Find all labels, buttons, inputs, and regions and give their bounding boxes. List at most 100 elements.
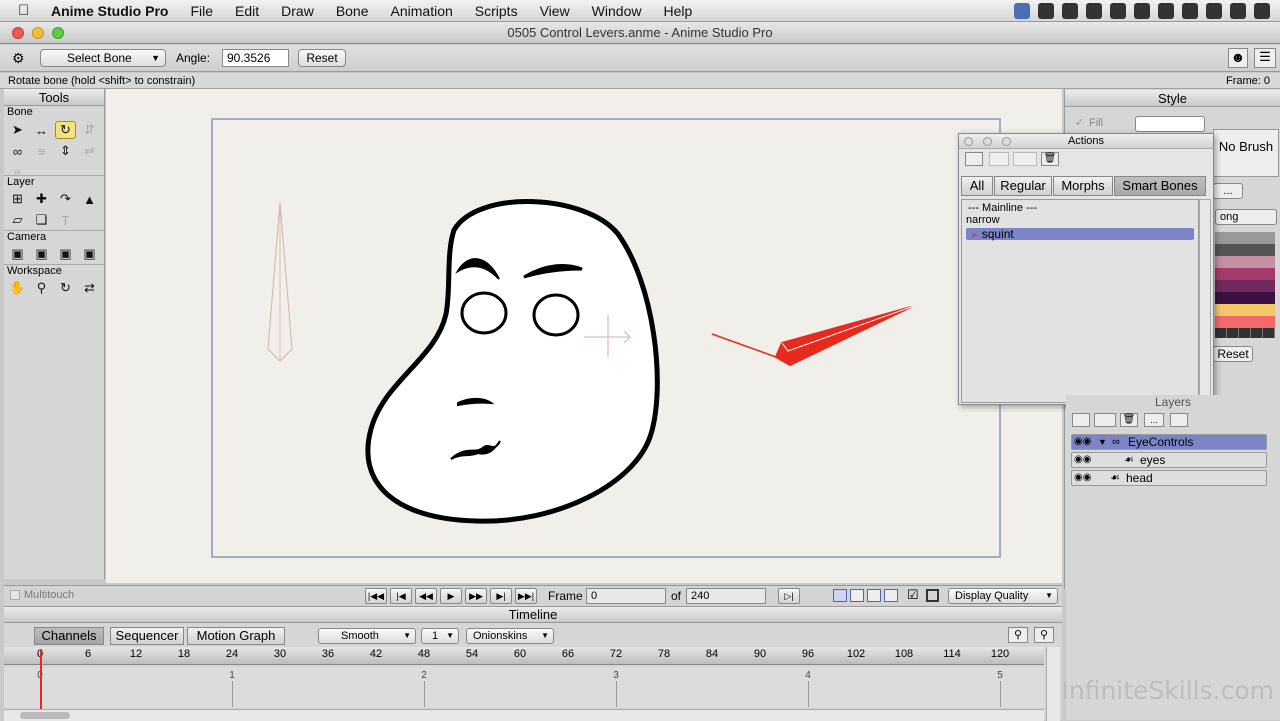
step-back-icon[interactable]: |◀	[390, 588, 412, 604]
track-camera-tool-icon[interactable]: ▣	[7, 245, 28, 263]
minimize-icon[interactable]	[983, 137, 992, 146]
menu-window[interactable]: Window	[581, 3, 653, 19]
switch-layer-tool-icon[interactable]: ❏	[31, 211, 52, 229]
menu-edit[interactable]: Edit	[224, 3, 270, 19]
duplicate-layer-icon[interactable]	[1094, 413, 1116, 427]
reset-button[interactable]: Reset	[298, 49, 346, 67]
film-icon[interactable]	[1134, 3, 1150, 19]
menu-draw[interactable]: Draw	[270, 3, 325, 19]
menu-view[interactable]: View	[529, 3, 581, 19]
translate-layer-tool-icon[interactable]: ✚	[31, 190, 52, 208]
close-icon[interactable]	[964, 137, 973, 146]
manipulate-bones-tool-icon[interactable]: ⇌	[79, 142, 100, 160]
quad-view-icon[interactable]	[884, 589, 898, 602]
tool-icon[interactable]	[1086, 3, 1102, 19]
set-origin-tool-icon[interactable]: ⊞	[7, 190, 28, 208]
menu-animation[interactable]: Animation	[380, 3, 464, 19]
list-item-mainline[interactable]: --- Mainline ---	[962, 202, 1198, 214]
hand-tool-icon[interactable]: ✋	[7, 279, 28, 297]
multitouch-checkbox[interactable]	[10, 590, 20, 600]
dropbox-icon[interactable]	[1014, 3, 1030, 19]
onionskins-dropdown[interactable]: Onionskins ▼	[466, 628, 554, 644]
eye-visibility-icon[interactable]: ◉◉	[1074, 453, 1091, 467]
scale-layer-tool-icon[interactable]: ▲	[79, 190, 100, 208]
window-icon[interactable]	[1158, 3, 1174, 19]
timeline-track[interactable]: 012345	[4, 667, 1044, 707]
display-quality-dropdown[interactable]: Display Quality ▼	[948, 588, 1058, 604]
actions-scrollbar[interactable]	[1199, 199, 1211, 403]
translate-bone-tool-icon[interactable]: ↔	[31, 121, 52, 139]
squint-control-bone[interactable]	[774, 306, 912, 367]
sync-icon[interactable]	[1062, 3, 1078, 19]
zoom-out-icon[interactable]: ⚲	[1008, 627, 1028, 643]
skip-end-icon[interactable]: ▶▶|	[515, 588, 537, 604]
list-item-narrow[interactable]: narrow	[962, 214, 1198, 226]
roll-camera-tool-icon[interactable]: ▣	[55, 245, 76, 263]
fast-forward-icon[interactable]: ▶▶	[465, 588, 487, 604]
trash-icon[interactable]: 🗑	[1120, 413, 1138, 427]
text-tool-icon[interactable]: T	[55, 211, 76, 229]
split-horizontal-icon[interactable]	[867, 589, 881, 602]
artwork[interactable]	[106, 89, 1062, 583]
checkbox-icon[interactable]: ☑	[907, 587, 919, 603]
select-bone-tool-icon[interactable]: ➤	[7, 121, 28, 139]
zoom-icon[interactable]	[1002, 137, 1011, 146]
close-icon[interactable]	[12, 27, 24, 39]
frame-toggle-icon[interactable]	[926, 589, 939, 602]
menu-app[interactable]: Anime Studio Pro	[40, 3, 179, 19]
menu-scripts[interactable]: Scripts	[464, 3, 529, 19]
scale-bone-tool-icon[interactable]: ⇵	[79, 121, 100, 139]
tab-sequencer[interactable]: Sequencer	[110, 627, 184, 645]
total-frames-input[interactable]: 240	[686, 588, 766, 604]
play-backward-icon[interactable]: ◀◀	[415, 588, 437, 604]
scroll-thumb[interactable]	[20, 712, 70, 719]
shield-icon[interactable]	[1230, 3, 1246, 19]
tab-regular[interactable]: Regular	[994, 176, 1052, 196]
right-eye[interactable]	[532, 293, 580, 337]
menu-help[interactable]: Help	[652, 3, 703, 19]
timeline-ruler[interactable]: 0612182430364248546066727884909610210811…	[4, 647, 1044, 665]
play-icon[interactable]: ▶	[440, 588, 462, 604]
insert-action-icon[interactable]	[1013, 152, 1037, 166]
zoom-in-icon[interactable]: ⚲	[1034, 627, 1054, 643]
apple-icon[interactable]: 	[18, 2, 40, 19]
audio-icon[interactable]: ▷|	[778, 588, 800, 604]
frame-input[interactable]: 0	[586, 588, 666, 604]
user-icon[interactable]: ☻	[1228, 48, 1248, 68]
single-view-icon[interactable]	[833, 589, 847, 602]
eye-visibility-icon[interactable]: ◉◉	[1074, 471, 1091, 485]
new-action-icon[interactable]	[965, 152, 983, 166]
step-forward-icon[interactable]: ▶|	[490, 588, 512, 604]
trash-icon[interactable]: 🗑	[1041, 152, 1059, 166]
angle-input[interactable]: 90.3526	[222, 49, 289, 67]
new-layer-icon[interactable]	[1072, 413, 1090, 427]
fill-color-swatch[interactable]	[1135, 116, 1205, 132]
tab-all[interactable]: All	[961, 176, 993, 196]
fill-checkbox[interactable]: ✓	[1075, 116, 1084, 129]
disclosure-triangle-icon[interactable]: ▼	[1098, 435, 1107, 449]
add-bone-tool-icon[interactable]: ∞	[7, 142, 28, 160]
split-vertical-icon[interactable]	[850, 589, 864, 602]
step-dropdown[interactable]: 1 ▼	[421, 628, 459, 644]
layer-eyecontrols[interactable]: ◉◉ ▼ ∞ EyeControls	[1071, 434, 1267, 450]
actions-list[interactable]: --- Mainline --- narrow ➢ squint	[961, 199, 1199, 403]
color-swatches[interactable]	[1215, 232, 1275, 338]
magnify-tool-icon[interactable]: ⚲	[31, 279, 52, 297]
timer-icon[interactable]	[1038, 3, 1054, 19]
menu-file[interactable]: File	[179, 3, 224, 19]
eye-visibility-icon[interactable]: ◉◉	[1074, 435, 1091, 449]
layer-head[interactable]: ◉◉ ☙ head	[1071, 470, 1267, 486]
zoom-camera-tool-icon[interactable]: ▣	[31, 245, 52, 263]
timeline-scrollbar-vertical[interactable]	[1046, 647, 1060, 721]
list-item-squint[interactable]: ➢ squint	[966, 228, 1194, 241]
tab-smart-bones[interactable]: Smart Bones	[1114, 176, 1206, 196]
tab-morphs[interactable]: Morphs	[1053, 176, 1113, 196]
menu-bone[interactable]: Bone	[325, 3, 380, 19]
head-shape[interactable]	[365, 199, 660, 524]
rotate-workspace-tool-icon[interactable]: ↻	[55, 279, 76, 297]
rotate-layer-tool-icon[interactable]: ↷	[55, 190, 76, 208]
more-button[interactable]: ...	[1213, 183, 1243, 199]
tab-channels[interactable]: Channels	[34, 627, 104, 645]
layer-settings-icon[interactable]: ...	[1144, 413, 1164, 427]
pan-tilt-camera-tool-icon[interactable]: ▣	[79, 245, 100, 263]
